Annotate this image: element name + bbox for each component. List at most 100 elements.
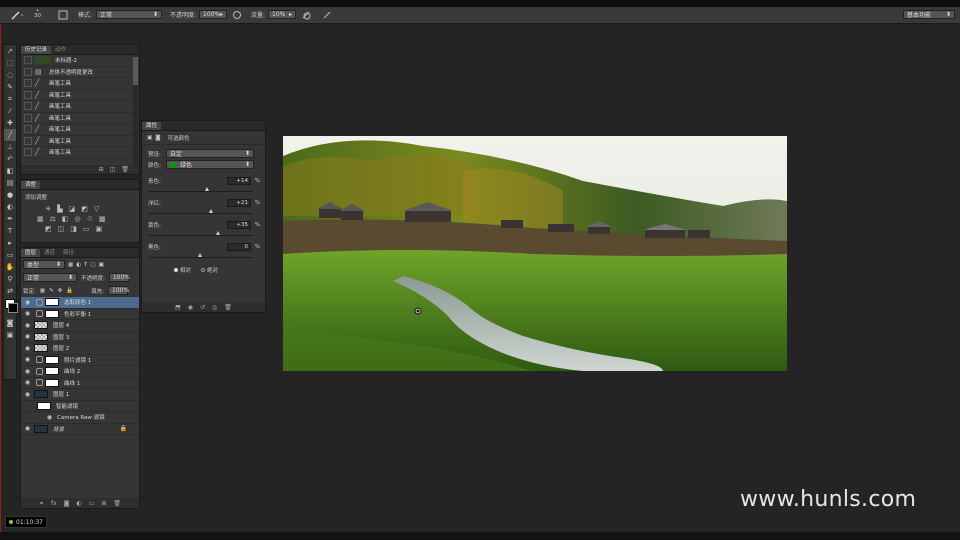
history-checkbox[interactable]	[24, 67, 32, 76]
lock-pixels-icon[interactable]: ▦	[40, 288, 45, 294]
history-scrollbar[interactable]	[133, 55, 138, 165]
layer-row[interactable]: ◉ 曲线 1	[21, 378, 139, 389]
visibility-eye-icon[interactable]: ◉	[23, 333, 32, 340]
slider-track[interactable]	[148, 230, 253, 236]
workspace-select[interactable]: 基本功能 ⬍	[903, 10, 955, 19]
fill-input[interactable]: 100%	[108, 286, 129, 295]
history-checkbox[interactable]	[24, 79, 32, 88]
history-checkbox[interactable]	[24, 148, 32, 157]
delete-layer-icon[interactable]: 🗑	[113, 500, 121, 507]
slider-knob[interactable]	[198, 253, 202, 257]
color-balance-icon[interactable]: ⚖	[50, 215, 56, 223]
crop-tool-icon[interactable]: ⌗	[4, 93, 16, 105]
history-brush-icon[interactable]: ↶	[4, 153, 16, 165]
brush-tool-icon[interactable]	[10, 9, 24, 20]
pressure-opacity-icon[interactable]	[232, 9, 242, 20]
flow-input[interactable]: 10% ▸	[268, 10, 296, 19]
opacity-input[interactable]: 100% ▸	[199, 10, 227, 19]
filter-pixel-icon[interactable]: ▦	[68, 262, 73, 268]
gradient-icon[interactable]: ▤	[4, 177, 16, 189]
filter-smart-icon[interactable]: ▣	[99, 262, 104, 268]
slider-value-input[interactable]: +14	[227, 176, 251, 185]
hue-saturation-icon[interactable]: ▦	[37, 215, 44, 223]
history-item[interactable]: ╱ 画笔工具	[21, 90, 139, 101]
layer-row[interactable]: ◉ 背景 🔒	[21, 424, 139, 435]
slider-track[interactable]	[148, 186, 253, 192]
blend-mode-select[interactable]: 正常 ⬍	[23, 273, 77, 282]
history-item[interactable]: ╱ 画笔工具	[21, 147, 139, 159]
background-color[interactable]	[8, 303, 18, 313]
invert-icon[interactable]: ◩	[45, 225, 52, 233]
history-checkbox[interactable]	[24, 125, 32, 134]
brush-tool-icon[interactable]: ╱	[4, 129, 16, 141]
tab-history[interactable]: 历史记录	[21, 46, 52, 54]
filter-adjust-icon[interactable]: ◐	[76, 262, 81, 268]
history-snapshot[interactable]: 未标题-2	[21, 55, 139, 67]
preset-select[interactable]: 自定 ⬍	[166, 149, 254, 158]
layer-row[interactable]: 智能滤镜	[21, 401, 139, 412]
visibility-eye-icon[interactable]: ◉	[23, 368, 32, 375]
tab-adjustments[interactable]: 调整	[21, 181, 41, 189]
channel-mixer-icon[interactable]: ♲	[87, 215, 93, 223]
photo-filter-icon[interactable]: ◎	[75, 215, 81, 223]
selective-color-icon[interactable]: ▣	[96, 225, 103, 233]
visibility-eye-icon[interactable]: ◉	[23, 299, 32, 306]
vibrance-icon[interactable]: ▽	[94, 205, 99, 213]
history-item[interactable]: ▤ 总体不透明度更改	[21, 67, 139, 78]
exposure-icon[interactable]: ◩	[81, 205, 88, 213]
new-adjustment-icon[interactable]: ◐	[76, 500, 81, 507]
layer-row[interactable]: ◉ 选取颜色 1	[21, 297, 139, 309]
slider-knob[interactable]	[209, 209, 214, 213]
visibility-eye-icon[interactable]: ◉	[23, 425, 32, 432]
color-swatches[interactable]	[4, 297, 18, 317]
delete-adjustment-icon[interactable]: 🗑	[224, 304, 232, 311]
reset-icon[interactable]: ↺	[200, 304, 205, 311]
layer-row[interactable]: ◉ 照片滤镜 1	[21, 355, 139, 366]
layer-row[interactable]: ◉ Camera Raw 滤镜	[21, 412, 139, 424]
marquee-tool-icon[interactable]: ⬚	[4, 57, 16, 69]
slider-knob[interactable]	[216, 231, 221, 235]
color-lookup-icon[interactable]: ▩	[99, 215, 106, 223]
pressure-size-icon[interactable]	[322, 9, 332, 20]
tab-paths[interactable]: 路径	[59, 249, 78, 257]
history-checkbox[interactable]	[24, 113, 32, 122]
threshold-icon[interactable]: ◨	[70, 225, 77, 233]
layer-row[interactable]: ◉ 图层 1	[21, 389, 139, 401]
tab-channels[interactable]: 通道	[40, 249, 59, 257]
posterize-icon[interactable]: ◫	[58, 225, 65, 233]
clone-stamp-icon[interactable]: ⊥	[4, 141, 16, 153]
shape-tool-icon[interactable]: ▭	[4, 249, 16, 261]
slider-knob[interactable]	[205, 187, 210, 191]
type-tool-icon[interactable]: T	[4, 225, 16, 237]
move-tool-icon[interactable]: ➚	[4, 45, 16, 57]
snapshot-checkbox[interactable]	[24, 56, 32, 65]
view-previous-icon[interactable]: ◉	[188, 304, 193, 311]
lock-all-icon[interactable]: 🔒	[66, 288, 73, 294]
visibility-eye-icon[interactable]: ◉	[23, 310, 32, 317]
visibility-icon[interactable]: ◎	[212, 304, 217, 311]
layer-row[interactable]: ◉ 曲线 2	[21, 366, 139, 378]
visibility-eye-icon[interactable]: ◉	[23, 322, 32, 329]
filter-shape-icon[interactable]: ▢	[90, 262, 95, 268]
trash-icon[interactable]: 🗑	[121, 166, 129, 173]
add-mask-icon[interactable]: ◙	[64, 500, 70, 507]
history-item[interactable]: ╱ 画笔工具	[21, 124, 139, 136]
new-layer-icon[interactable]: ⊞	[101, 500, 106, 507]
tab-properties[interactable]: 属性	[142, 122, 162, 130]
layer-row[interactable]: ◉ 图层 3	[21, 332, 139, 343]
dodge-tool-icon[interactable]: ◐	[4, 201, 16, 213]
tab-actions[interactable]: 动作	[51, 46, 70, 54]
clip-to-layer-icon[interactable]: ⬒	[175, 304, 181, 311]
radio-relative[interactable]: 相对	[174, 266, 191, 274]
levels-icon[interactable]: ▙	[57, 205, 62, 213]
slider-value-input[interactable]: 0	[227, 242, 251, 251]
blur-tool-icon[interactable]: ●	[4, 189, 16, 201]
layer-row[interactable]: ◉ 图层 2	[21, 343, 139, 355]
layer-row[interactable]: ◉ 色彩平衡 1	[21, 309, 139, 320]
radio-absolute[interactable]: 绝对	[201, 266, 218, 274]
brush-size-picker[interactable]: • 30	[34, 8, 41, 20]
filter-type-icon[interactable]: T	[84, 262, 87, 268]
screen-mode-icon[interactable]: ▣	[4, 329, 16, 341]
black-white-icon[interactable]: ◧	[62, 215, 69, 223]
new-document-icon[interactable]: ⊞	[99, 166, 104, 173]
